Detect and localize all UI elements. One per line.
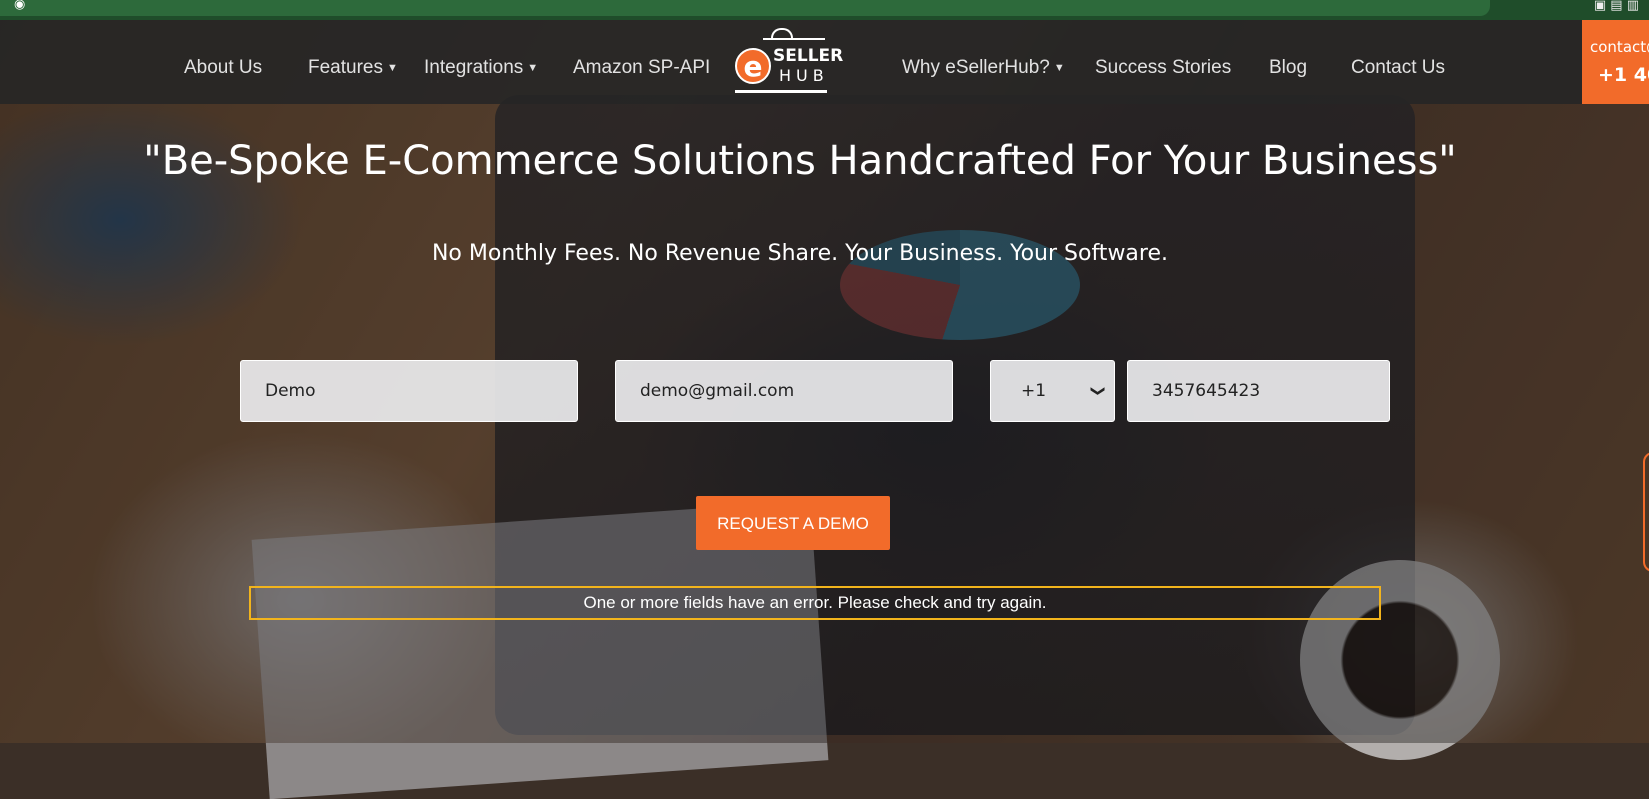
nav-integrations-label: Integrations <box>424 57 524 78</box>
form-error-message: One or more fields have an error. Please… <box>249 586 1381 620</box>
side-widget-tab[interactable] <box>1643 452 1649 572</box>
logo-word-seller: SELLER <box>773 46 844 66</box>
nav-integrations[interactable]: Integrations ▼ <box>424 57 538 79</box>
contact-email: contact@ <box>1590 38 1649 56</box>
browser-top-strip: ◉ ▣ ▤ ▥ <box>0 0 1649 20</box>
nav-amazon-sp-api[interactable]: Amazon SP-API <box>573 57 710 79</box>
hero-subheadline: No Monthly Fees. No Revenue Share. Your … <box>431 241 1169 266</box>
phone-field[interactable]: 3457645423 <box>1127 360 1390 422</box>
nav-why-esellerhub-label: Why eSellerHub? <box>902 57 1050 78</box>
nav-why-esellerhub[interactable]: Why eSellerHub? ▼ <box>902 57 1065 79</box>
chevron-down-icon: ▼ <box>386 61 398 74</box>
main-navbar: About Us Features ▼ Integrations ▼ Amazon … <box>0 20 1649 104</box>
nav-contact-us-label: Contact Us <box>1351 57 1445 78</box>
contact-phone: +1 40 <box>1598 64 1649 86</box>
nav-amazon-sp-api-label: Amazon SP-API <box>573 57 711 78</box>
logo-line <box>735 90 827 93</box>
contact-info-box[interactable]: contact@ +1 40 <box>1582 20 1649 104</box>
hero-headline: "Be-Spoke E-Commerce Solutions Handcraft… <box>143 138 1457 184</box>
nav-success-stories[interactable]: Success Stories <box>1095 57 1231 79</box>
phone-field-value: 3457645423 <box>1152 381 1261 401</box>
tab-favicon-icon: ◉ <box>14 0 26 12</box>
request-demo-button[interactable]: REQUEST A DEMO <box>696 496 890 550</box>
country-code-value: +1 <box>1021 381 1047 401</box>
logo-line <box>763 38 825 40</box>
nav-contact-us[interactable]: Contact Us <box>1351 57 1445 79</box>
nav-features-label: Features <box>308 57 383 78</box>
name-field-value: Demo <box>265 381 316 401</box>
eseller-hub-logo[interactable]: e SELLER HUB <box>733 28 843 94</box>
name-field[interactable]: Demo <box>240 360 578 422</box>
nav-blog-label: Blog <box>1269 57 1308 78</box>
chevron-down-icon: ▼ <box>1053 61 1065 74</box>
chevron-down-icon: ▼ <box>527 61 539 74</box>
nav-about-us[interactable]: About Us <box>184 57 262 79</box>
nav-success-stories-label: Success Stories <box>1095 57 1232 78</box>
logo-badge: e <box>735 48 771 84</box>
browser-extension-icons[interactable]: ▣ ▤ ▥ <box>1594 0 1639 13</box>
email-field-value: demo@gmail.com <box>640 381 795 401</box>
chevron-down-icon: ❯ <box>1090 385 1107 397</box>
browser-tab-bar[interactable]: ◉ <box>0 0 1490 16</box>
nav-blog[interactable]: Blog <box>1269 57 1307 79</box>
email-field[interactable]: demo@gmail.com <box>615 360 953 422</box>
nav-features[interactable]: Features ▼ <box>308 57 398 79</box>
country-code-select[interactable]: +1 ❯ <box>990 360 1115 422</box>
nav-about-us-label: About Us <box>184 57 263 78</box>
logo-word-hub: HUB <box>779 66 829 85</box>
